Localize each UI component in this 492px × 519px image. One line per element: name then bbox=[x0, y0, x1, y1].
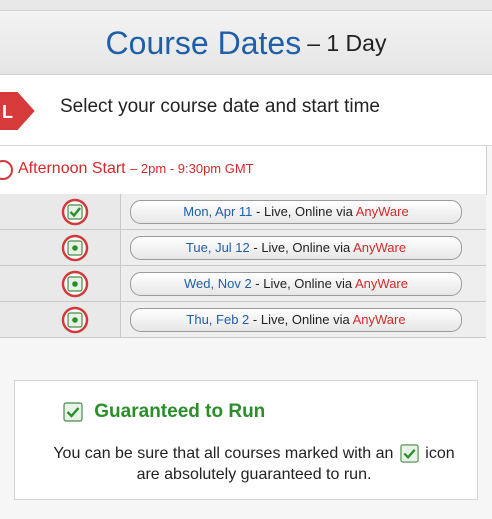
afternoon-start-label: Afternoon Start – 2pm - 9:30pm GMT bbox=[18, 160, 254, 178]
course-dates-header: Course Dates – 1 Day bbox=[0, 12, 492, 75]
date-row: Thu, Feb 2 - Live, Online via AnyWare bbox=[0, 302, 486, 338]
date-button-feb-2[interactable]: Thu, Feb 2 - Live, Online via AnyWare bbox=[130, 308, 462, 332]
date-row: Mon, Apr 11 - Live, Online via AnyWare bbox=[0, 194, 486, 230]
radio-dot-icon[interactable] bbox=[60, 233, 90, 263]
date-row: Wed, Nov 2 - Live, Online via AnyWare bbox=[0, 266, 486, 302]
guarantee-description: You can be sure that all courses marked … bbox=[53, 444, 455, 483]
date-button-jul-12[interactable]: Tue, Jul 12 - Live, Online via AnyWare bbox=[130, 236, 462, 260]
date-button-nov-2[interactable]: Wed, Nov 2 - Live, Online via AnyWare bbox=[130, 272, 462, 296]
duration-label: – 1 Day bbox=[307, 29, 387, 56]
afternoon-label: Afternoon Start bbox=[18, 160, 126, 177]
afternoon-time: – 2pm - 9:30pm GMT bbox=[130, 161, 254, 176]
date-button-apr-11[interactable]: Mon, Apr 11 - Live, Online via AnyWare bbox=[130, 200, 462, 224]
guaranteed-check-icon bbox=[63, 402, 83, 422]
guarantee-title: Guaranteed to Run bbox=[63, 401, 265, 423]
radio-dot-icon[interactable] bbox=[60, 269, 90, 299]
course-date-list: Mon, Apr 11 - Live, Online via AnyWare T… bbox=[0, 194, 486, 338]
select-prompt-bar: L Select your course date and start time bbox=[0, 75, 492, 146]
top-strip bbox=[0, 0, 492, 11]
date-row: Tue, Jul 12 - Live, Online via AnyWare bbox=[0, 230, 486, 266]
guaranteed-check-icon bbox=[400, 444, 419, 463]
svg-text:L: L bbox=[2, 102, 13, 122]
radio-dot-icon[interactable] bbox=[60, 305, 90, 335]
afternoon-radio-icon[interactable] bbox=[0, 160, 13, 180]
page-title: Course Dates bbox=[105, 24, 302, 61]
guarantee-panel: Guaranteed to Run You can be sure that a… bbox=[14, 380, 478, 500]
select-prompt: Select your course date and start time bbox=[60, 96, 380, 117]
guaranteed-check-icon[interactable] bbox=[60, 197, 90, 227]
ribbon-flag-icon: L bbox=[0, 91, 38, 131]
afternoon-start-option[interactable]: Afternoon Start – 2pm - 9:30pm GMT bbox=[0, 146, 487, 195]
